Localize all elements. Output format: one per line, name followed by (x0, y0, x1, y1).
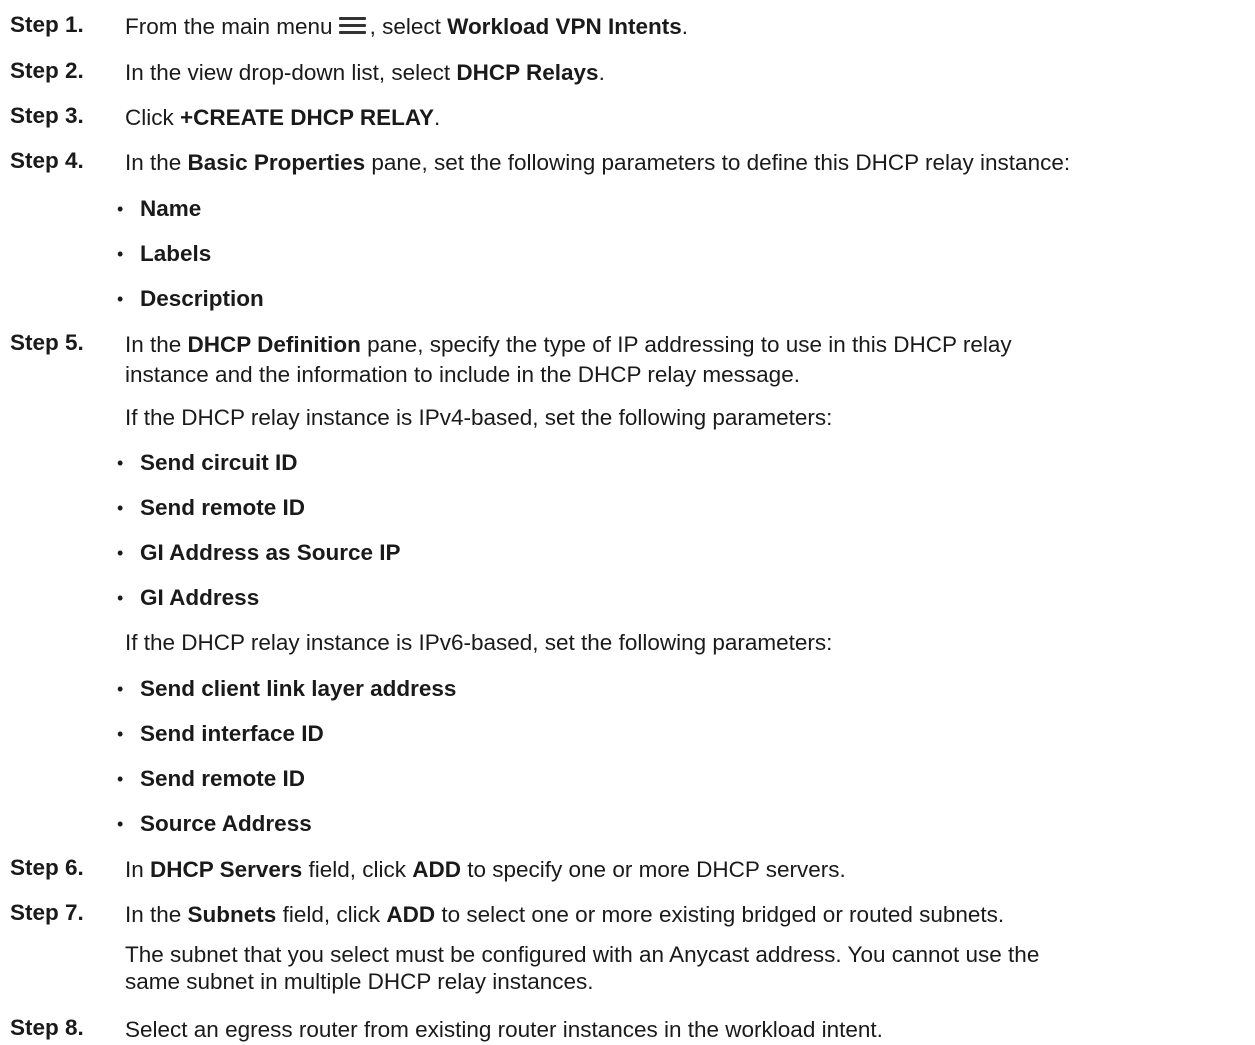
text-run: to specify one or more DHCP servers. (460, 857, 846, 882)
text-run: In the (125, 332, 188, 357)
hamburger-menu-icon (338, 16, 366, 36)
list-item-text: Send circuit ID (140, 450, 298, 475)
list-item-text: Labels (140, 241, 212, 266)
list-item-text: Description (140, 286, 264, 311)
bullet-icon: • (117, 543, 124, 563)
list-item: • GI Address as Source IP (117, 538, 401, 568)
ui-term: DHCP Definition (187, 332, 361, 357)
list-item: • Send client link layer address (117, 674, 457, 704)
ui-term: Basic Properties (187, 150, 366, 175)
text-run: From the main menu (125, 14, 333, 39)
step-text: In the DHCP Definition pane, specify the… (125, 330, 1245, 390)
step-text: In the Subnets field, click ADD to selec… (125, 900, 1245, 930)
text-run: . (434, 105, 441, 130)
bullet-icon: • (117, 453, 124, 473)
text-run: field, click (302, 857, 413, 882)
list-item-text: Source Address (140, 811, 312, 836)
ui-term: DHCP Relays (456, 60, 599, 85)
list-item-text: GI Address as Source IP (140, 540, 401, 565)
step-text: In the Basic Properties pane, set the fo… (125, 148, 1245, 178)
bullet-icon: • (117, 814, 124, 834)
step-label: Step 6. (10, 855, 84, 880)
text-run: . (598, 60, 605, 85)
bullet-icon: • (117, 724, 124, 744)
step-text: In DHCP Servers field, click ADD to spec… (125, 855, 1245, 885)
step-label: Step 7. (10, 900, 84, 925)
step-label: Step 2. (10, 58, 84, 83)
list-item-text: Send interface ID (140, 721, 324, 746)
bullet-icon: • (117, 289, 124, 309)
bullet-icon: • (117, 769, 124, 789)
list-item: • GI Address (117, 583, 260, 613)
bullet-icon: • (117, 199, 124, 219)
text-run: In the (125, 902, 188, 927)
ui-term: ADD (412, 857, 461, 882)
list-item-text: GI Address (140, 585, 260, 610)
text-run: In (125, 857, 151, 882)
ui-term: Workload VPN Intents (447, 14, 682, 39)
list-item: • Send remote ID (117, 493, 306, 523)
step-text: Select an egress router from existing ro… (125, 1017, 883, 1042)
text-line: instance and the information to include … (125, 362, 800, 387)
bullet-icon: • (117, 588, 124, 608)
bullet-icon: • (117, 498, 124, 518)
list-item: • Send remote ID (117, 764, 306, 794)
text-run: Click (125, 105, 180, 130)
text-line: same subnet in multiple DHCP relay insta… (125, 969, 594, 994)
list-item: • Send interface ID (117, 719, 324, 749)
text-run: pane, specify the type of IP addressing … (360, 332, 1012, 357)
step-label: Step 5. (10, 330, 84, 355)
text-run: In the view drop-down list, select (125, 60, 457, 85)
list-item-text: Send remote ID (140, 495, 306, 520)
step-text: In the view drop-down list, select DHCP … (125, 58, 1245, 88)
text-run: to select one or more existing bridged o… (435, 902, 1005, 927)
list-item: • Description (117, 284, 264, 314)
list-item-text: Send client link layer address (140, 676, 457, 701)
text-run: pane, set the following parameters to de… (365, 150, 1071, 175)
step-label: Step 8. (10, 1015, 84, 1040)
ipv4-intro: If the DHCP relay instance is IPv4-based… (125, 405, 833, 430)
list-item: • Send circuit ID (117, 448, 298, 478)
list-item-text: Send remote ID (140, 766, 306, 791)
step-text: From the main menu , select Workload VPN … (125, 12, 1245, 42)
list-item-text: Name (140, 196, 202, 221)
bullet-icon: • (117, 244, 124, 264)
step-label: Step 3. (10, 103, 84, 128)
step-label: Step 4. (10, 148, 84, 173)
ui-term: DHCP Servers (150, 857, 303, 882)
list-item: • Labels (117, 239, 212, 269)
bullet-icon: • (117, 679, 124, 699)
step-label: Step 1. (10, 12, 84, 37)
step-7-note: The subnet that you select must be confi… (125, 941, 1245, 995)
text-run: , select (369, 14, 448, 39)
text-run: . (681, 14, 688, 39)
text-run: field, click (276, 902, 387, 927)
text-line: The subnet that you select must be confi… (125, 942, 1040, 967)
list-item: • Source Address (117, 809, 312, 839)
ui-term: ADD (386, 902, 436, 927)
list-item: • Name (117, 194, 202, 224)
text-run: In the (125, 150, 188, 175)
ui-term: Subnets (187, 902, 277, 927)
ui-term: +CREATE DHCP RELAY (180, 105, 435, 130)
step-text: Click +CREATE DHCP RELAY. (125, 103, 1245, 133)
ipv6-intro: If the DHCP relay instance is IPv6-based… (125, 630, 833, 655)
